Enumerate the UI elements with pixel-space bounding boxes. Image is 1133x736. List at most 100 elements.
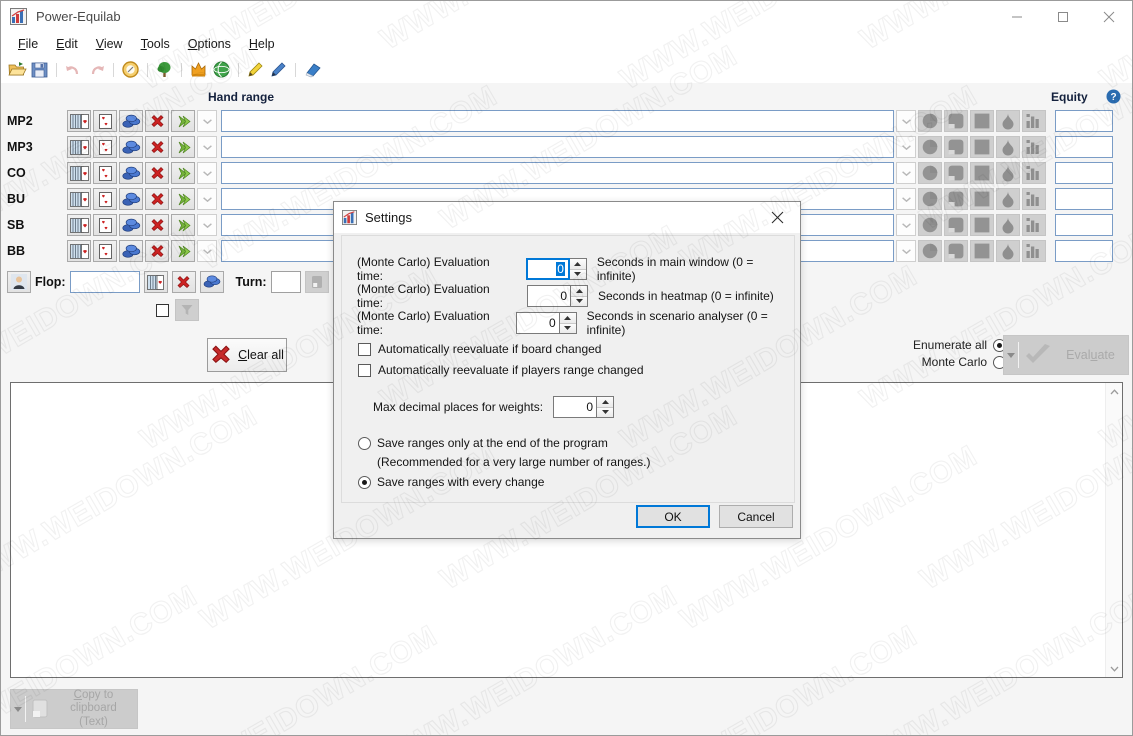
- crown-icon[interactable]: [188, 59, 209, 80]
- radio-enumerate-all[interactable]: Enumerate all: [913, 338, 1007, 352]
- equity-input-co[interactable]: [1055, 162, 1113, 184]
- menu-options[interactable]: Options: [179, 35, 240, 53]
- chevron-up-icon[interactable]: [1110, 383, 1119, 400]
- spin-down-icon[interactable]: [597, 406, 614, 417]
- open-folder-icon[interactable]: [6, 59, 27, 80]
- equity-input-bu[interactable]: [1055, 188, 1113, 210]
- equity-input-mp3[interactable]: [1055, 136, 1113, 158]
- range-preset-dropdown-bu[interactable]: [197, 188, 217, 210]
- hand-range-input-mp2[interactable]: [221, 110, 894, 132]
- spin-up-icon[interactable]: [569, 259, 586, 269]
- hand-range-input-mp3[interactable]: [221, 136, 894, 158]
- spin-down-icon[interactable]: [569, 268, 586, 279]
- pie-chart-icon-co[interactable]: [918, 162, 942, 184]
- dialog-close-button[interactable]: [755, 202, 800, 233]
- square-icon-bu[interactable]: [970, 188, 994, 210]
- red-x-icon-bb[interactable]: [145, 240, 169, 262]
- chips-icon-mp2[interactable]: [119, 110, 143, 132]
- menu-help[interactable]: Help: [240, 35, 284, 53]
- decimal-places-spin-buttons[interactable]: [597, 396, 615, 418]
- chips-icon-sb[interactable]: [119, 214, 143, 236]
- single-card-icon-co[interactable]: [93, 162, 117, 184]
- compass-icon[interactable]: [120, 59, 141, 80]
- spin-down-icon[interactable]: [571, 295, 587, 306]
- hand-range-dropdown-mp3[interactable]: [896, 136, 916, 158]
- red-x-icon-co[interactable]: [145, 162, 169, 184]
- bar-chart-icon-bb[interactable]: [1022, 240, 1046, 262]
- card-grid-icon-mp3[interactable]: [67, 136, 91, 158]
- eval-time-spin-buttons-scenario[interactable]: [559, 312, 577, 334]
- clear-all-button[interactable]: Clear all: [207, 338, 287, 372]
- single-card-icon-mp3[interactable]: [93, 136, 117, 158]
- decimal-places-spinner[interactable]: 0: [553, 396, 615, 418]
- chevron-down-icon[interactable]: [1110, 660, 1119, 677]
- droplet-icon-co[interactable]: [996, 162, 1020, 184]
- equity-input-sb[interactable]: [1055, 214, 1113, 236]
- droplet-icon-bu[interactable]: [996, 188, 1020, 210]
- square-icon-mp2[interactable]: [970, 110, 994, 132]
- green-arrow-icon-bu[interactable]: [171, 188, 195, 210]
- eval-time-input-scenario[interactable]: 0: [515, 312, 560, 334]
- save-option-end-of-program[interactable]: Save ranges only at the end of the progr…: [358, 436, 608, 450]
- eval-time-spin-buttons-main[interactable]: [569, 258, 587, 280]
- rounded-square-icon-mp2[interactable]: [944, 110, 968, 132]
- pie-chart-icon-bb[interactable]: [918, 240, 942, 262]
- save-disk-icon[interactable]: [29, 59, 50, 80]
- save-at-end-radio[interactable]: [358, 436, 371, 450]
- spin-up-icon[interactable]: [597, 397, 614, 407]
- single-card-icon-sb[interactable]: [93, 214, 117, 236]
- green-arrow-icon-mp3[interactable]: [171, 136, 195, 158]
- filter-checkbox[interactable]: [156, 303, 169, 317]
- green-arrow-icon-co[interactable]: [171, 162, 195, 184]
- chips-icon-mp3[interactable]: [119, 136, 143, 158]
- chips-icon-co[interactable]: [119, 162, 143, 184]
- flop-chips-icon[interactable]: [199, 271, 224, 293]
- eval-time-spinner-scenario[interactable]: 0: [515, 312, 577, 334]
- turn-input[interactable]: [270, 271, 301, 293]
- green-arrow-icon-sb[interactable]: [171, 214, 195, 236]
- flop-cards-icon[interactable]: [143, 271, 168, 293]
- cancel-button[interactable]: Cancel: [719, 505, 793, 528]
- rounded-square-icon-sb[interactable]: [944, 214, 968, 236]
- menu-tools[interactable]: Tools: [132, 35, 179, 53]
- square-icon-sb[interactable]: [970, 214, 994, 236]
- results-scrollbar[interactable]: [1105, 383, 1122, 677]
- copy-dropdown-arrow-icon[interactable]: [11, 706, 25, 712]
- player-avatar-icon[interactable]: [7, 271, 31, 293]
- globe-icon[interactable]: [211, 59, 232, 80]
- single-card-icon-mp2[interactable]: [93, 110, 117, 132]
- rounded-square-icon-bu[interactable]: [944, 188, 968, 210]
- bar-chart-icon-bu[interactable]: [1022, 188, 1046, 210]
- minimize-button[interactable]: [994, 1, 1040, 32]
- chips-icon-bb[interactable]: [119, 240, 143, 262]
- reevaluate-board-checkbox[interactable]: [358, 342, 371, 356]
- menu-file[interactable]: File: [9, 35, 47, 53]
- hand-range-dropdown-mp2[interactable]: [896, 110, 916, 132]
- menu-view[interactable]: View: [87, 35, 132, 53]
- range-preset-dropdown-mp3[interactable]: [197, 136, 217, 158]
- maximize-button[interactable]: [1040, 1, 1086, 32]
- rounded-square-icon-mp3[interactable]: [944, 136, 968, 158]
- square-icon-mp3[interactable]: [970, 136, 994, 158]
- green-arrow-icon-mp2[interactable]: [171, 110, 195, 132]
- checkbox-row-players[interactable]: Automatically reevaluate if players rang…: [358, 363, 644, 377]
- range-preset-dropdown-mp2[interactable]: [197, 110, 217, 132]
- hand-range-input-co[interactable]: [221, 162, 894, 184]
- bar-chart-icon-sb[interactable]: [1022, 214, 1046, 236]
- card-grid-icon-sb[interactable]: [67, 214, 91, 236]
- spin-down-icon[interactable]: [559, 322, 576, 333]
- help-question-icon[interactable]: ?: [1106, 89, 1121, 104]
- card-grid-icon-bb[interactable]: [67, 240, 91, 262]
- hand-range-dropdown-sb[interactable]: [896, 214, 916, 236]
- pie-chart-icon-bu[interactable]: [918, 188, 942, 210]
- equity-input-bb[interactable]: [1055, 240, 1113, 262]
- flop-clear-red-x-icon[interactable]: [171, 271, 196, 293]
- save-option-every-change[interactable]: Save ranges with every change: [358, 475, 544, 489]
- droplet-icon-sb[interactable]: [996, 214, 1020, 236]
- pie-chart-icon-sb[interactable]: [918, 214, 942, 236]
- pie-chart-icon-mp2[interactable]: [918, 110, 942, 132]
- equity-input-mp2[interactable]: [1055, 110, 1113, 132]
- checkbox-row-board[interactable]: Automatically reevaluate if board change…: [358, 342, 601, 356]
- close-button[interactable]: [1086, 1, 1132, 32]
- range-preset-dropdown-co[interactable]: [197, 162, 217, 184]
